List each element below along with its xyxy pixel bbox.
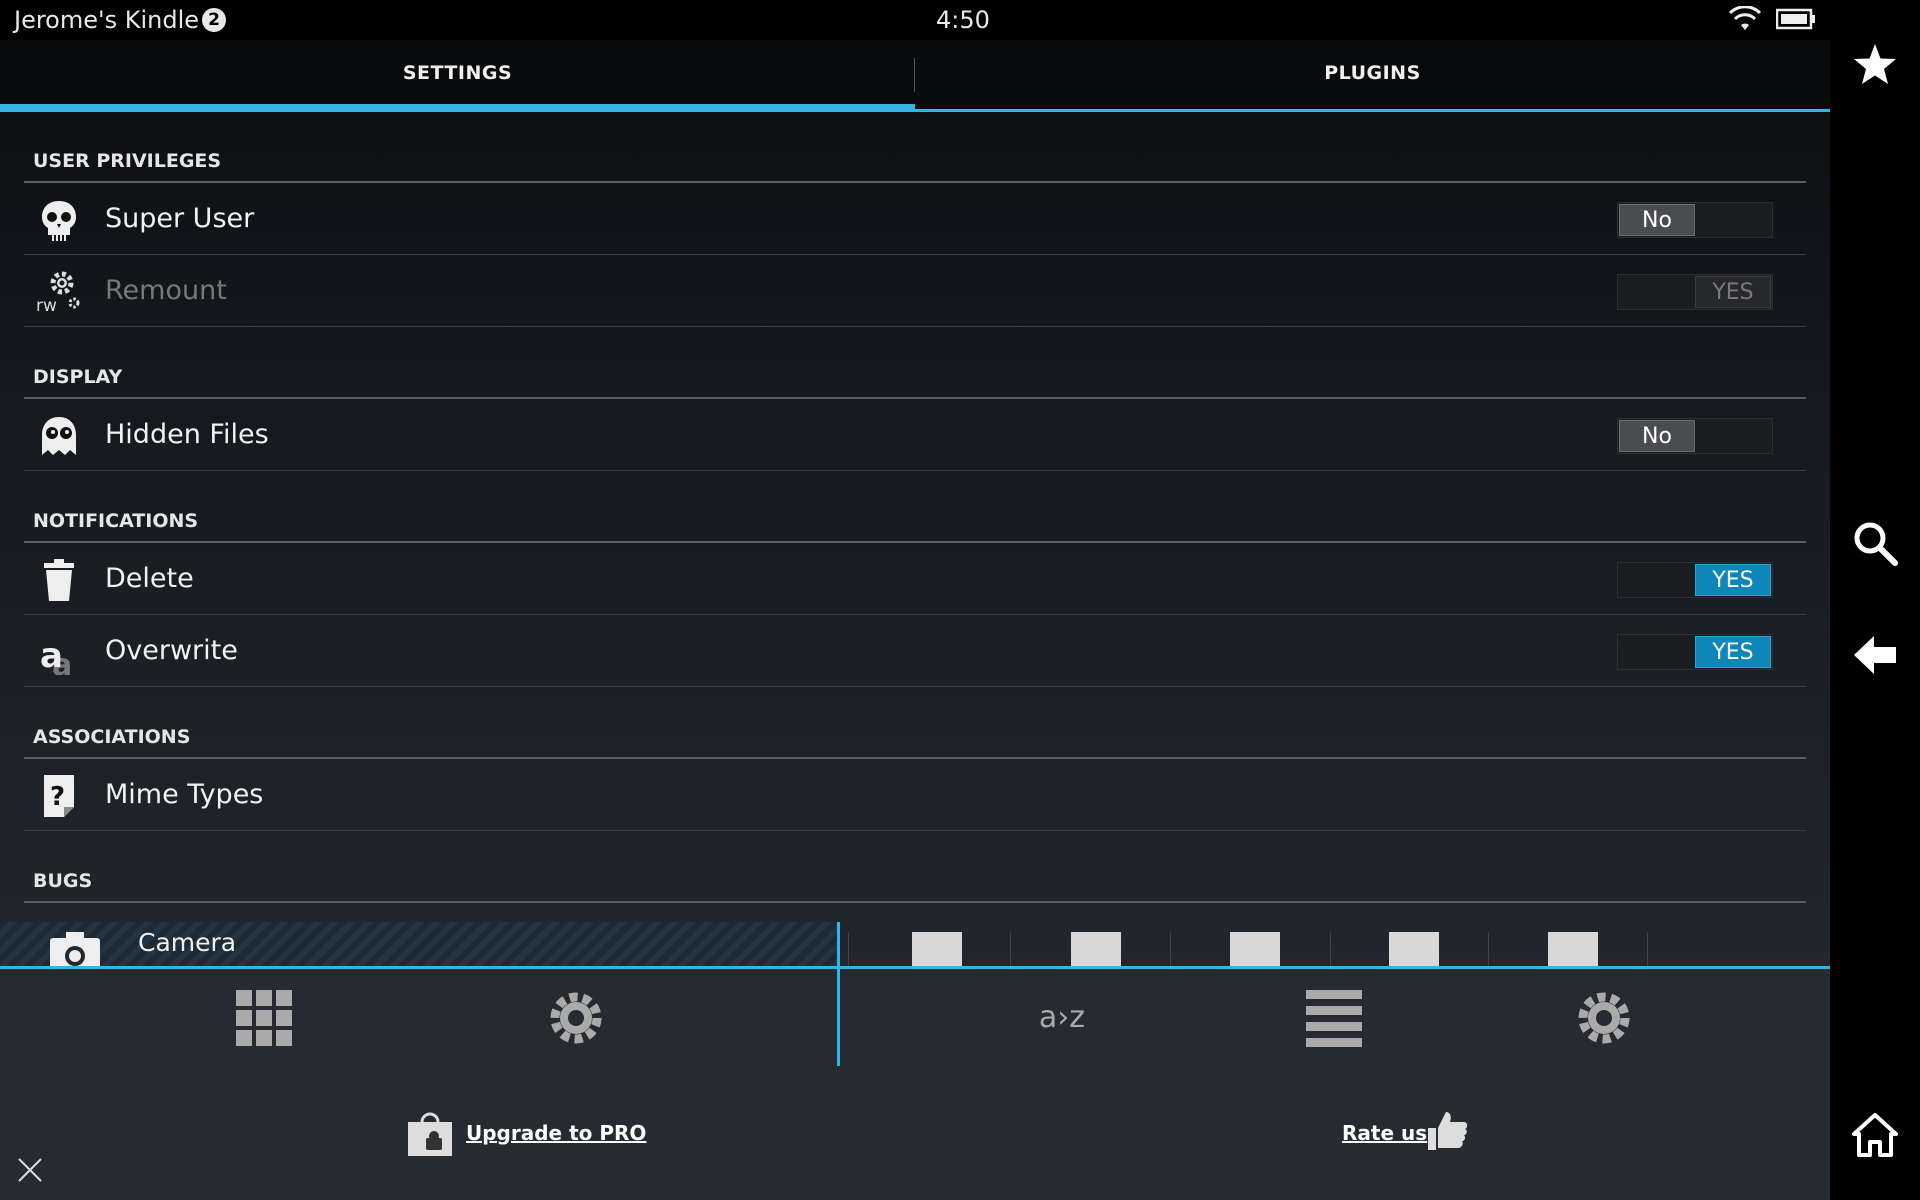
svg-text:?: ? bbox=[50, 782, 65, 812]
footer-banner: Upgrade to PRO Rate us bbox=[0, 1068, 1830, 1200]
file-browser-peek[interactable]: Camera bbox=[0, 922, 1830, 968]
camera-icon bbox=[50, 932, 100, 968]
back-arrow-icon[interactable] bbox=[1852, 632, 1898, 678]
notification-badge[interactable]: 2 bbox=[202, 8, 226, 32]
toggle-knob: YES bbox=[1695, 276, 1771, 308]
rate-us-link[interactable]: Rate us bbox=[1342, 1121, 1427, 1145]
upgrade-to-pro-link[interactable]: Upgrade to PRO bbox=[466, 1121, 646, 1145]
bottom-toolbar: a›z bbox=[0, 966, 1830, 1068]
svg-text:a: a bbox=[40, 636, 63, 675]
file-thumbnail[interactable] bbox=[1389, 932, 1439, 968]
file-thumbnail[interactable] bbox=[1071, 932, 1121, 968]
list-icon[interactable] bbox=[1304, 988, 1364, 1048]
thumb-divider bbox=[848, 932, 849, 968]
toggle-knob: YES bbox=[1695, 564, 1771, 596]
sort-az-icon[interactable]: a›z bbox=[1032, 994, 1092, 1054]
thumb-divider bbox=[1170, 932, 1171, 968]
setting-row-super-user[interactable]: Super User No bbox=[24, 183, 1806, 255]
toggle-knob: No bbox=[1619, 204, 1695, 236]
gear-icon[interactable] bbox=[546, 988, 606, 1048]
tab-active-indicator bbox=[0, 104, 915, 112]
file-thumbnail[interactable] bbox=[912, 932, 962, 968]
row-divider bbox=[24, 830, 1806, 831]
clock: 4:50 bbox=[936, 6, 990, 34]
wifi-icon bbox=[1728, 6, 1762, 30]
search-icon[interactable] bbox=[1852, 520, 1898, 566]
pane-divider bbox=[837, 966, 840, 1066]
setting-label: Mime Types bbox=[105, 779, 264, 810]
section-divider bbox=[24, 901, 1806, 903]
overwrite-a-icon: a a bbox=[40, 636, 72, 675]
tab-plugins[interactable]: PLUGINS bbox=[915, 40, 1830, 112]
setting-label: Overwrite bbox=[105, 635, 238, 666]
skull-icon bbox=[42, 201, 76, 241]
section-title-notifications: NOTIFICATIONS bbox=[33, 510, 199, 532]
thumb-divider bbox=[1647, 932, 1648, 968]
toolbar-top-border bbox=[0, 966, 1830, 969]
tab-settings[interactable]: SETTINGS bbox=[0, 40, 915, 112]
setting-row-remount: rw Remount YES bbox=[24, 255, 1806, 327]
section-title-display: DISPLAY bbox=[33, 366, 123, 388]
home-icon[interactable] bbox=[1852, 1112, 1898, 1158]
close-icon[interactable] bbox=[16, 1156, 44, 1184]
tab-bar: SETTINGS PLUGINS bbox=[0, 40, 1830, 112]
row-divider bbox=[24, 686, 1806, 687]
gear-icon[interactable] bbox=[1574, 988, 1634, 1048]
setting-row-mime-types[interactable]: ? Mime Types bbox=[24, 759, 1806, 831]
ghost-icon bbox=[42, 417, 76, 455]
remount-toggle: YES bbox=[1617, 274, 1773, 310]
thumb-divider bbox=[1010, 932, 1011, 968]
battery-icon bbox=[1776, 8, 1815, 30]
setting-row-overwrite[interactable]: a a Overwrite YES bbox=[24, 615, 1806, 687]
delete-toggle[interactable]: YES bbox=[1617, 562, 1773, 598]
thumb-divider bbox=[1488, 932, 1489, 968]
grid-icon[interactable] bbox=[234, 988, 294, 1048]
file-name: Camera bbox=[138, 928, 237, 957]
main-panel: SETTINGS PLUGINS USER PRIVILEGES Super U… bbox=[0, 40, 1830, 968]
rw-gear-icon: rw bbox=[36, 271, 80, 315]
thumbs-up-icon[interactable] bbox=[1426, 1108, 1470, 1152]
overwrite-toggle[interactable]: YES bbox=[1617, 634, 1773, 670]
section-title-bugs: BUGS bbox=[33, 870, 93, 892]
setting-row-delete[interactable]: Delete YES bbox=[24, 543, 1806, 615]
trash-icon bbox=[44, 559, 74, 601]
star-icon[interactable] bbox=[1852, 42, 1898, 88]
super-user-toggle[interactable]: No bbox=[1617, 202, 1773, 238]
file-thumbnail[interactable] bbox=[1548, 932, 1598, 968]
svg-text:rw: rw bbox=[36, 296, 57, 315]
toggle-knob: No bbox=[1619, 420, 1695, 452]
pane-divider[interactable] bbox=[837, 922, 840, 968]
toggle-knob: YES bbox=[1695, 636, 1771, 668]
section-title-user-privileges: USER PRIVILEGES bbox=[33, 150, 222, 172]
status-bar: Jerome's Kindle 2 4:50 bbox=[0, 0, 1830, 40]
shopping-bag-icon bbox=[408, 1112, 452, 1156]
setting-label: Remount bbox=[105, 275, 227, 306]
file-thumbnail[interactable] bbox=[1230, 932, 1280, 968]
setting-label: Delete bbox=[105, 563, 194, 594]
device-name: Jerome's Kindle bbox=[14, 6, 200, 34]
navigation-rail bbox=[1830, 0, 1920, 1200]
row-divider bbox=[24, 326, 1806, 327]
setting-label: Super User bbox=[105, 203, 255, 234]
mime-question-icon: ? bbox=[44, 775, 74, 817]
setting-label: Hidden Files bbox=[105, 419, 269, 450]
hidden-files-toggle[interactable]: No bbox=[1617, 418, 1773, 454]
setting-row-hidden-files[interactable]: Hidden Files No bbox=[24, 399, 1806, 471]
thumb-divider bbox=[1330, 932, 1331, 968]
file-list-item-camera[interactable] bbox=[0, 922, 838, 968]
row-divider bbox=[24, 470, 1806, 471]
section-title-associations: ASSOCIATIONS bbox=[33, 726, 191, 748]
